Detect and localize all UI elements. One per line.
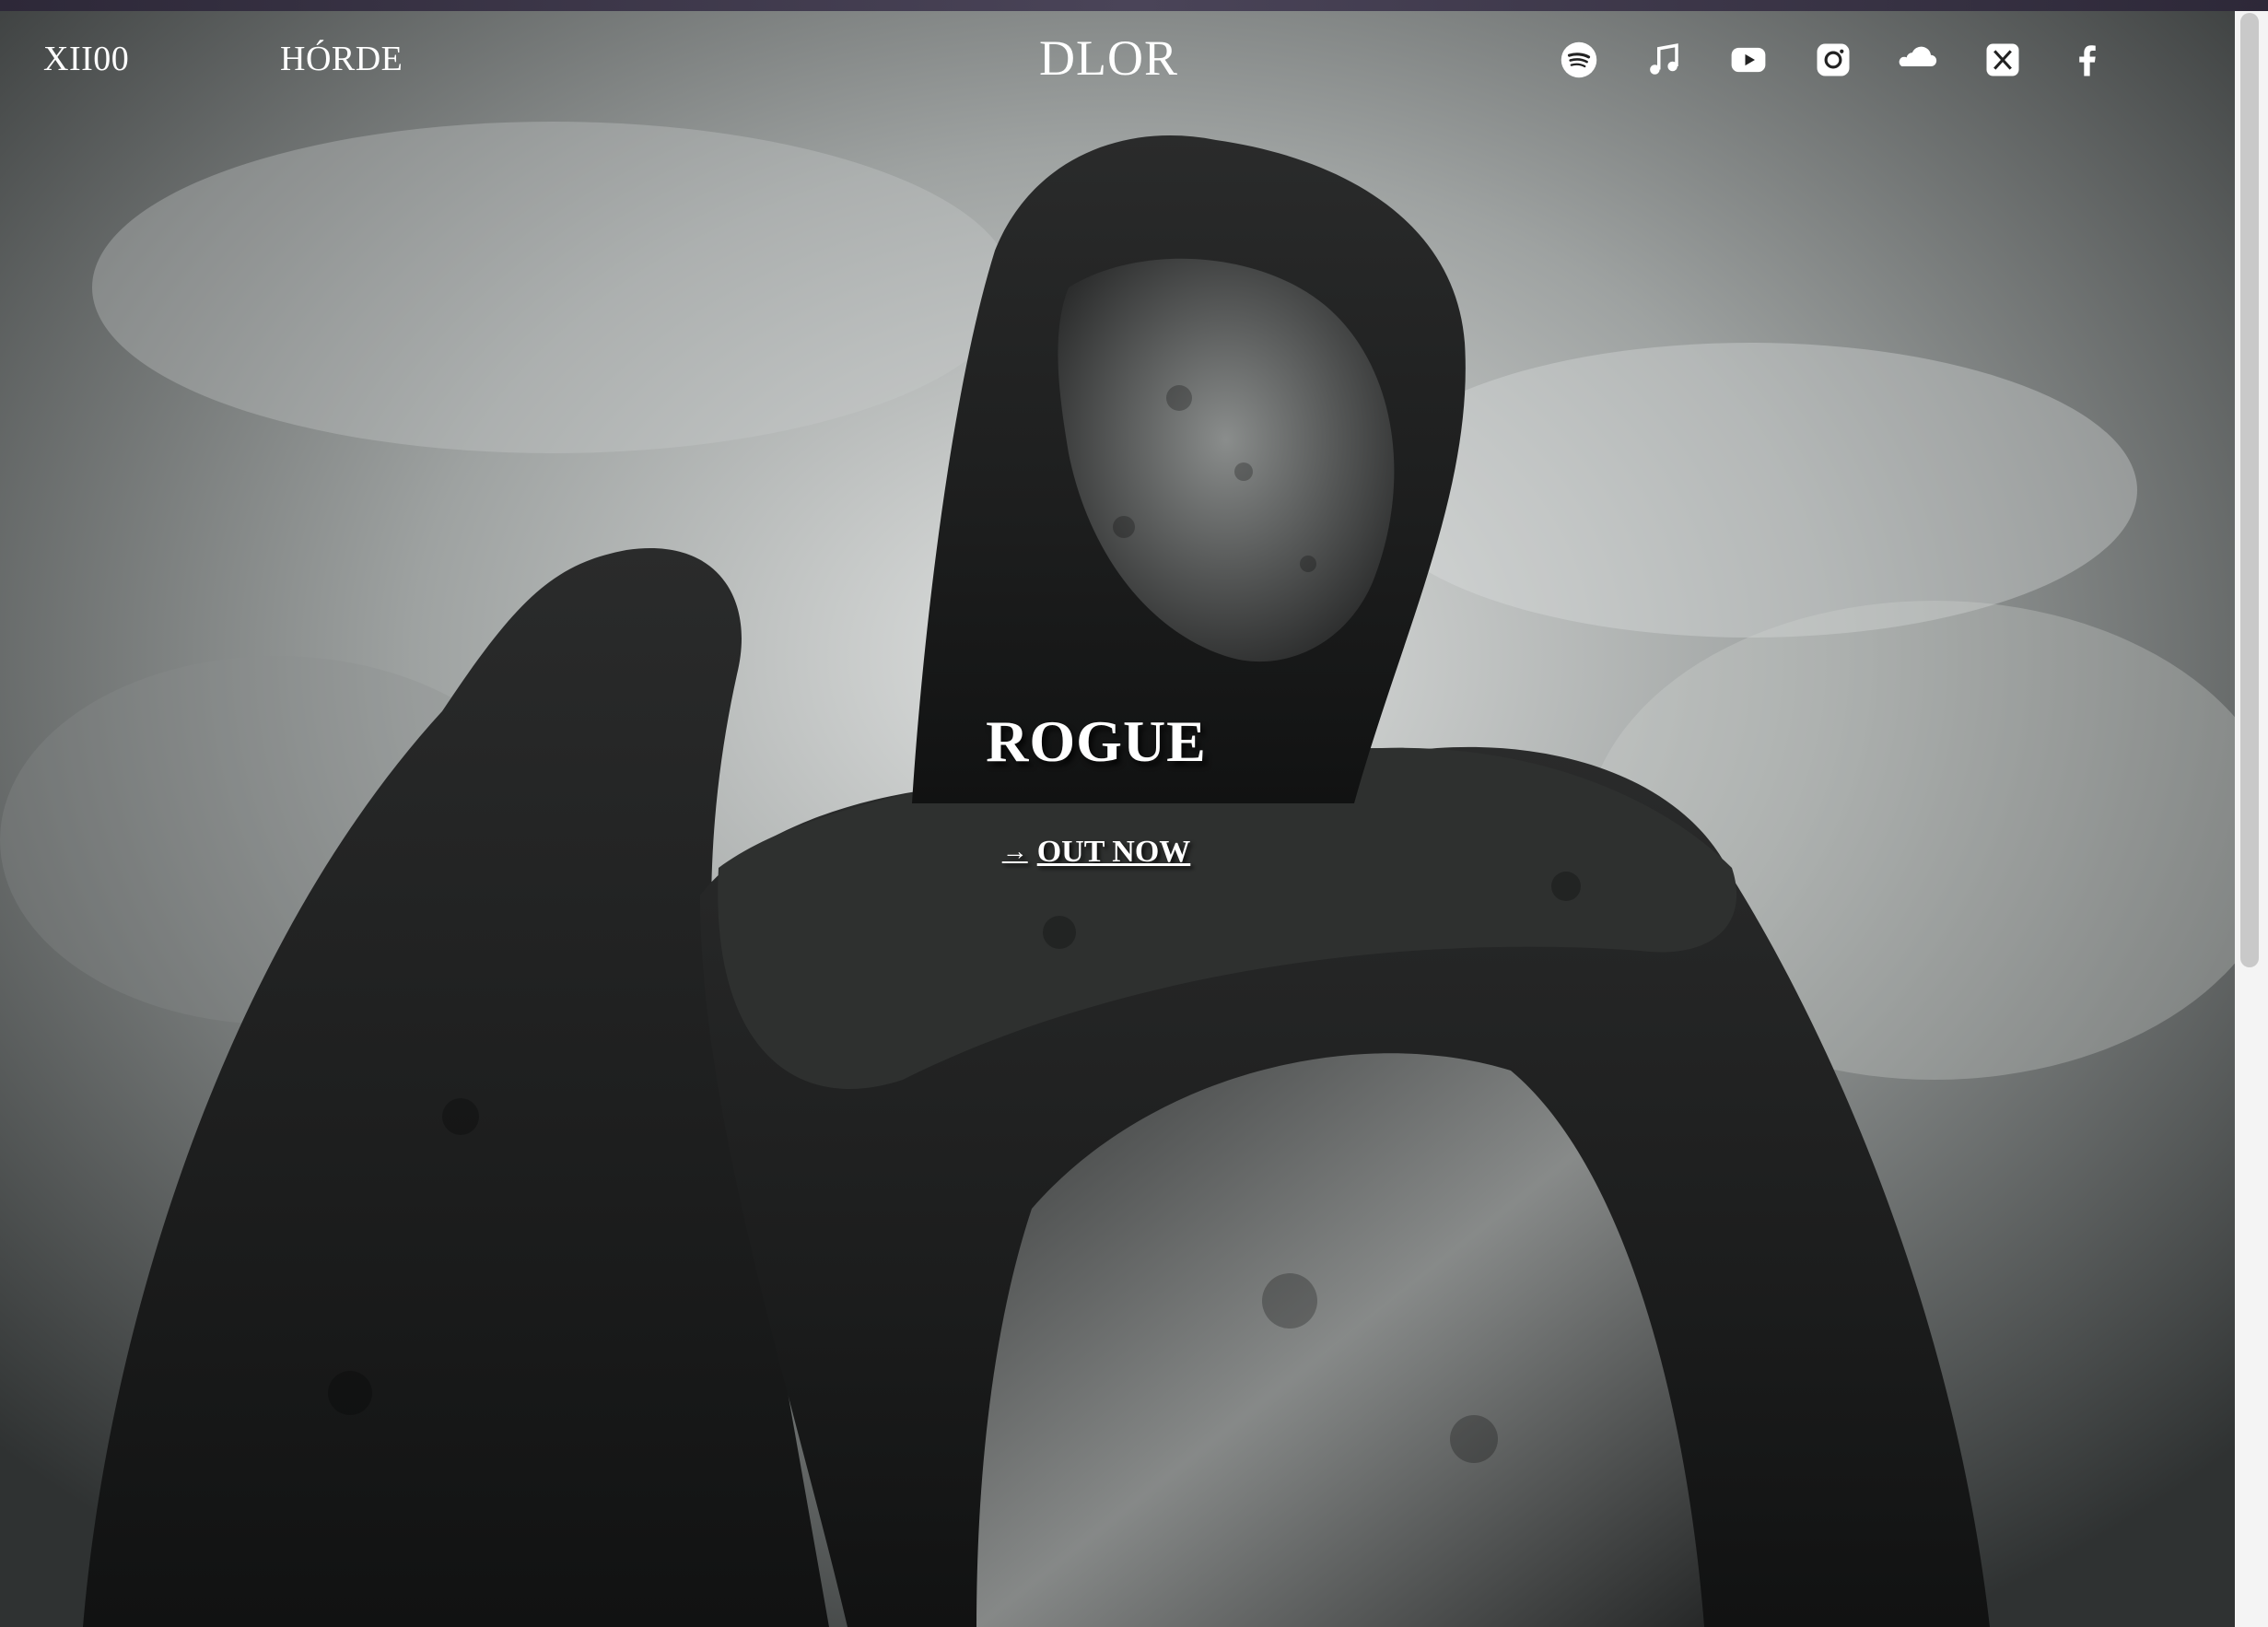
hero-background: [0, 11, 2235, 1627]
youtube-icon[interactable]: [1706, 37, 1791, 83]
x-icon[interactable]: [1960, 37, 2045, 83]
release-title: ROGUE: [986, 708, 1207, 774]
facebook-icon[interactable]: [2045, 37, 2130, 83]
soundcloud-icon[interactable]: [1876, 37, 1960, 83]
nav-link-horde[interactable]: HÓRDE: [280, 39, 403, 79]
out-now-link[interactable]: → OUT NOW: [976, 835, 1216, 870]
spotify-icon[interactable]: [1537, 37, 1621, 83]
angel-statue-image: [0, 11, 2235, 1627]
site-logo[interactable]: DLOR: [1039, 29, 1177, 87]
scrollbar-thumb[interactable]: [2240, 13, 2259, 967]
window-top-strip: [0, 0, 2268, 11]
nav-link-xii00[interactable]: XII00: [43, 39, 129, 79]
apple-music-icon[interactable]: [1621, 37, 1706, 83]
social-links: [1537, 37, 2130, 83]
instagram-icon[interactable]: [1791, 37, 1876, 83]
out-now-label: OUT NOW: [1036, 835, 1191, 869]
arrow-right-icon: →: [1001, 837, 1028, 866]
